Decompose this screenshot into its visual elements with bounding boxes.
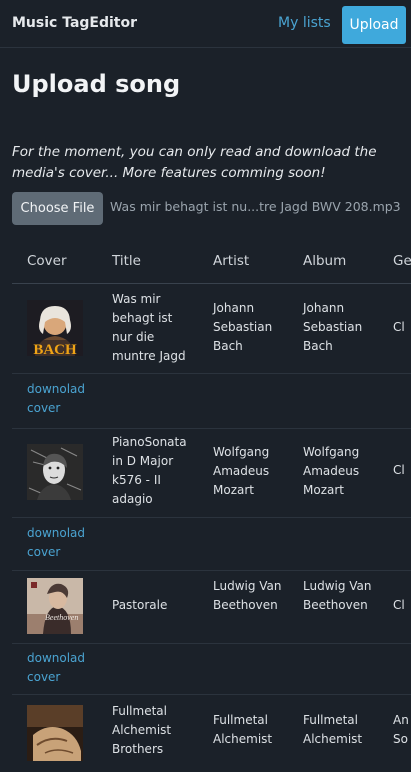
song-artist: Johann Sebastian Bach — [213, 301, 273, 353]
table-row: Beethoven Pastorale Ludwig Van Beethoven… — [12, 571, 411, 644]
download-cover-link[interactable]: downolad cover — [27, 380, 87, 418]
download-row: downolad cover — [12, 644, 411, 695]
column-header-title: Title — [112, 253, 141, 269]
download-cover-link[interactable]: downolad cover — [27, 524, 87, 562]
song-album: Fullmetal Alchemist — [303, 713, 363, 746]
table-row: BACH Was mir behagt ist nur die muntre J… — [12, 284, 411, 374]
song-artist: Ludwig Van Beethoven — [213, 579, 282, 612]
column-header-cover: Cover — [27, 253, 67, 269]
feature-notice: For the moment, you can only read and do… — [12, 144, 377, 181]
song-album: Wolfgang Amadeus Mozart — [303, 445, 360, 497]
cover-image: Beethoven — [27, 578, 83, 634]
download-row: downolad cover — [12, 374, 411, 429]
download-cover-link[interactable]: downolad cover — [27, 649, 87, 687]
svg-text:Beethoven: Beethoven — [45, 613, 78, 622]
column-header-artist: Artist — [213, 253, 250, 269]
choose-file-button[interactable]: Choose File — [12, 192, 103, 225]
nav-my-lists-link[interactable]: My lists — [278, 15, 331, 31]
page-title: Upload song — [12, 70, 181, 98]
cover-image — [27, 444, 83, 500]
song-genre: Cl — [393, 598, 405, 612]
song-artist: Fullmetal Alchemist — [213, 713, 273, 746]
song-title: PianoSonata in D Major k576 - II adagio — [112, 435, 187, 506]
table-row: PianoSonata in D Major k576 - II adagio … — [12, 429, 411, 518]
song-artist: Wolfgang Amadeus Mozart — [213, 445, 270, 497]
table-header: Cover Title Artist Album Ge — [12, 240, 411, 284]
column-header-album: Album — [303, 253, 347, 269]
download-row: downolad cover — [12, 518, 411, 571]
song-title: Was mir behagt ist nur die muntre Jagd — [112, 292, 186, 363]
song-title: Fullmetal Alchemist Brothers — [112, 704, 172, 756]
cover-text: BACH — [33, 342, 77, 356]
song-album: Johann Sebastian Bach — [303, 301, 363, 353]
app-brand[interactable]: Music TagEditor — [12, 15, 137, 31]
top-navbar: Music TagEditor My lists Upload — [0, 0, 411, 48]
upload-button[interactable]: Upload — [342, 6, 406, 44]
song-title: Pastorale — [112, 598, 168, 612]
cover-image — [27, 705, 83, 761]
song-album: Ludwig Van Beethoven — [303, 579, 372, 612]
column-header-genre: Ge — [393, 253, 411, 269]
song-genre: An So — [393, 713, 409, 746]
song-genre: Cl — [393, 463, 405, 477]
song-genre: Cl — [393, 320, 405, 334]
selected-file-name: Was mir behagt ist nu...tre Jagd BWV 208… — [110, 199, 401, 214]
cover-image: BACH — [27, 300, 83, 356]
table-row: Fullmetal Alchemist Brothers Fullmetal A… — [12, 695, 411, 772]
